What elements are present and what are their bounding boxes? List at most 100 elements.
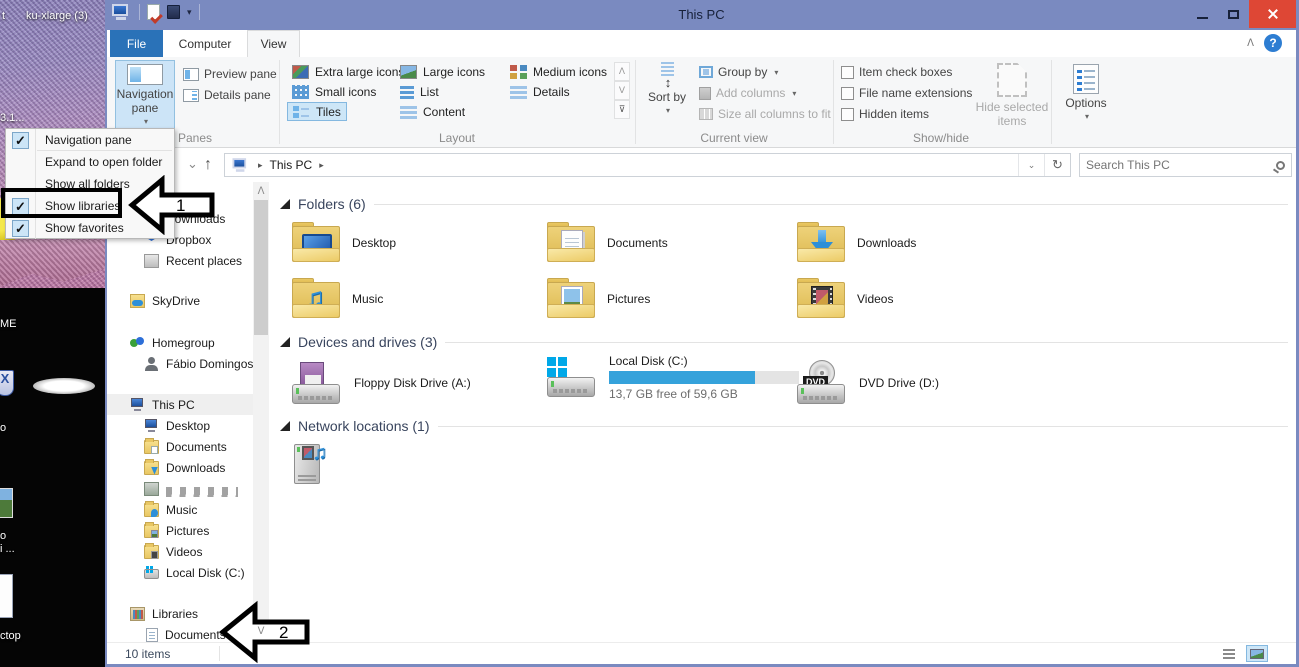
tile-local-disk[interactable]: Local Disk (C:) 13,7 GB free of 59,6 GB xyxy=(545,354,799,401)
sidebar-item-homegroup[interactable]: Homegroup xyxy=(130,332,215,353)
desktop-label-i: i ... xyxy=(0,543,15,555)
screen: t ku-xlarge (3) 3.1... ME X o o i ... ct… xyxy=(0,0,1299,667)
details-pane-button[interactable]: Details pane xyxy=(183,88,271,102)
file-name-extensions-option[interactable]: File name extensions xyxy=(841,86,972,100)
group-by-button[interactable]: Group by ▾ xyxy=(699,65,778,79)
layout-scroll-up[interactable]: ᐱ xyxy=(614,62,630,81)
sidebar-scrollbar[interactable]: ᐱ ᐯ xyxy=(253,182,269,642)
scrollbar-thumb[interactable] xyxy=(254,200,268,335)
view-extra-large-icons[interactable]: Extra large icons xyxy=(287,62,409,81)
collapse-ribbon-icon[interactable]: ᐱ xyxy=(1247,38,1254,49)
close-button[interactable] xyxy=(1249,0,1296,28)
checkbox-icon[interactable] xyxy=(841,86,854,100)
sidebar-item-skydrive[interactable]: SkyDrive xyxy=(130,290,200,311)
sidebar-item-homegroup-user[interactable]: Fábio Domingos xyxy=(144,353,253,374)
layout-overflow-button[interactable]: ⊽ xyxy=(614,100,630,119)
desktop-icon-label[interactable]: ku-xlarge (3) xyxy=(26,10,88,22)
size-all-columns-button[interactable]: Size all columns to fit xyxy=(699,107,831,121)
scrollbar-down-icon[interactable]: ᐯ xyxy=(253,624,269,640)
collapse-group-icon[interactable] xyxy=(280,199,290,209)
thumbnail-view-button[interactable] xyxy=(1246,645,1268,662)
tile-videos[interactable]: Videos xyxy=(795,278,893,320)
preview-pane-button[interactable]: Preview pane xyxy=(183,67,277,81)
tile-pictures[interactable]: Pictures xyxy=(545,278,650,320)
minimize-button[interactable] xyxy=(1187,0,1218,28)
sidebar-item-local-disk[interactable]: Local Disk (C:) xyxy=(144,562,245,583)
sidebar-item-this-pc[interactable]: This PC xyxy=(130,394,195,415)
tab-view[interactable]: View xyxy=(247,30,300,57)
details-view-button[interactable] xyxy=(1218,645,1240,662)
hide-selected-icon xyxy=(997,63,1027,97)
up-button[interactable]: ↑ xyxy=(204,156,212,174)
layout-scroll-down[interactable]: ᐯ xyxy=(614,81,630,100)
search-icon[interactable] xyxy=(1276,160,1285,170)
sidebar-item-desktop[interactable]: Desktop xyxy=(144,415,210,436)
libraries-icon xyxy=(130,606,145,621)
hidden-items-option[interactable]: Hidden items xyxy=(841,107,929,121)
sidebar-item-censored[interactable] xyxy=(144,478,238,499)
homegroup-icon xyxy=(130,336,145,350)
address-box[interactable]: ▸ This PC ▸ ⌄ ↻ xyxy=(224,153,1071,177)
sidebar-item-libraries[interactable]: Libraries xyxy=(130,603,198,624)
help-icon[interactable]: ? xyxy=(1264,34,1282,52)
search-input[interactable] xyxy=(1086,158,1276,172)
tab-computer[interactable]: Computer xyxy=(163,30,247,57)
tile-floppy-drive[interactable]: Floppy Disk Drive (A:) xyxy=(290,360,471,406)
user-icon xyxy=(144,356,159,371)
list-icon xyxy=(400,84,414,99)
desktop-picture-icon[interactable] xyxy=(0,488,13,518)
breadcrumb-this-pc[interactable]: This PC xyxy=(270,158,313,172)
this-pc-icon xyxy=(232,158,250,172)
view-large-icons[interactable]: Large icons xyxy=(395,62,490,81)
tile-media-server[interactable]: ♫ xyxy=(290,440,344,492)
tile-dvd-drive[interactable]: DVD DVD Drive (D:) xyxy=(795,360,939,406)
hide-selected-items-button[interactable]: Hide selected items xyxy=(975,59,1049,128)
view-details[interactable]: Details xyxy=(505,82,575,101)
tile-desktop[interactable]: Desktop xyxy=(290,222,396,264)
sidebar-item-recent-places[interactable]: Recent places xyxy=(144,250,242,271)
item-check-boxes-option[interactable]: Item check boxes xyxy=(841,65,952,79)
view-list[interactable]: List xyxy=(395,82,444,101)
add-columns-button[interactable]: Add columns ▾ xyxy=(699,86,796,100)
sidebar-item-documents[interactable]: Documents xyxy=(144,436,227,457)
chevron-down-icon: ▾ xyxy=(665,106,670,115)
checkbox-icon[interactable] xyxy=(841,65,854,79)
close-icon xyxy=(1267,8,1279,20)
view-small-icons[interactable]: Small icons xyxy=(287,82,381,101)
menu-item-expand-to-open-folder[interactable]: Expand to open folder xyxy=(6,151,174,173)
tile-downloads[interactable]: Downloads xyxy=(795,222,916,264)
collapse-group-icon[interactable] xyxy=(280,421,290,431)
desktop-shield-icon[interactable]: X xyxy=(0,370,14,396)
ribbon-tab-row: File Computer View ᐱ ? xyxy=(107,30,1296,57)
medium-icons-icon xyxy=(510,64,527,79)
group-rule xyxy=(373,203,1288,205)
group-header-folders[interactable]: Folders (6) xyxy=(280,194,1288,214)
group-header-devices[interactable]: Devices and drives (3) xyxy=(280,332,1288,352)
tile-music[interactable]: ♫ Music xyxy=(290,278,383,320)
view-tiles[interactable]: Tiles xyxy=(287,102,347,121)
collapse-group-icon[interactable] xyxy=(280,337,290,347)
search-box[interactable] xyxy=(1079,153,1292,177)
scrollbar-up-icon[interactable]: ᐱ xyxy=(253,184,269,200)
group-header-network[interactable]: Network locations (1) xyxy=(280,416,1288,436)
address-dropdown-icon[interactable]: ⌄ xyxy=(1018,154,1044,176)
extra-large-icons-icon xyxy=(292,64,309,79)
options-button[interactable]: Options ▾ xyxy=(1059,61,1113,124)
refresh-icon[interactable]: ↻ xyxy=(1044,154,1070,176)
view-medium-icons[interactable]: Medium icons xyxy=(505,62,612,81)
forward-history-chevron-icon[interactable]: ⌄ xyxy=(187,156,198,172)
sort-by-button[interactable]: ↕ Sort by ▾ xyxy=(641,61,693,118)
sidebar-item-music[interactable]: Music xyxy=(144,499,197,520)
menu-item-navigation-pane[interactable]: ✓ Navigation pane xyxy=(6,129,174,151)
sidebar-item-videos[interactable]: Videos xyxy=(144,541,202,562)
maximize-button[interactable] xyxy=(1218,0,1249,28)
view-content[interactable]: Content xyxy=(395,102,470,121)
preview-pane-icon xyxy=(183,67,199,81)
tab-file[interactable]: File xyxy=(110,30,163,57)
tile-documents[interactable]: Documents xyxy=(545,222,668,264)
navigation-pane-button[interactable]: Navigation pane ▾ xyxy=(115,60,175,130)
checkbox-icon[interactable] xyxy=(841,107,854,121)
desktop-document-icon[interactable] xyxy=(0,574,13,618)
sidebar-item-downloads[interactable]: Downloads xyxy=(144,457,225,478)
sidebar-item-pictures[interactable]: Pictures xyxy=(144,520,209,541)
